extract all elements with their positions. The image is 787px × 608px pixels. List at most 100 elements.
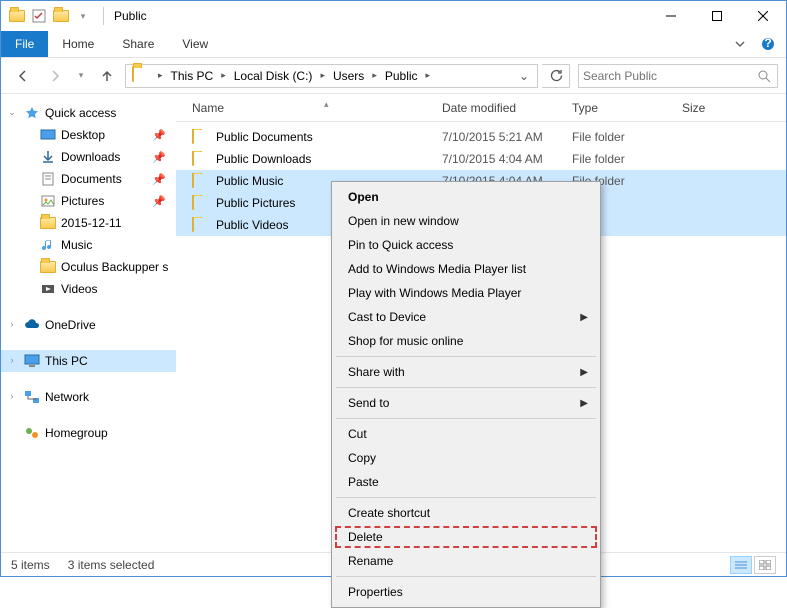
menu-item-label: Cast to Device: [348, 310, 426, 324]
menu-item-label: Pin to Quick access: [348, 238, 453, 252]
tab-share[interactable]: Share: [108, 31, 168, 57]
qat-dropdown-icon[interactable]: ▾: [75, 8, 91, 24]
sidebar-item[interactable]: Music: [1, 234, 176, 256]
folder-icon: [9, 8, 25, 24]
item-icon: [39, 171, 57, 187]
monitor-icon: [23, 353, 41, 369]
up-button[interactable]: [93, 62, 121, 90]
folder-icon: [132, 67, 150, 85]
search-input[interactable]: [583, 69, 757, 83]
menu-item[interactable]: Properties: [334, 580, 598, 604]
nav-onedrive[interactable]: › OneDrive: [1, 314, 176, 336]
column-type[interactable]: Type: [564, 101, 674, 115]
menu-item-label: Rename: [348, 554, 393, 568]
chevron-right-icon[interactable]: ▸: [154, 70, 167, 81]
file-row[interactable]: Public Downloads7/10/2015 4:04 AMFile fo…: [176, 148, 786, 170]
menu-item[interactable]: Copy: [334, 446, 598, 470]
chevron-right-icon[interactable]: ▸: [368, 70, 381, 81]
ribbon-expand-icon[interactable]: [724, 31, 756, 57]
tab-home[interactable]: Home: [48, 31, 108, 57]
status-count: 5 items: [11, 558, 50, 572]
sidebar-item[interactable]: Downloads📌: [1, 146, 176, 168]
close-button[interactable]: [740, 1, 786, 31]
sidebar-item-label: Documents: [61, 172, 122, 186]
search-box[interactable]: [578, 64, 778, 88]
column-headers: Name▴ Date modified Type Size: [176, 94, 786, 122]
menu-item[interactable]: Send to▶: [334, 391, 598, 415]
chevron-right-icon[interactable]: ›: [7, 355, 17, 365]
breadcrumb[interactable]: ▸ This PC ▸ Local Disk (C:) ▸ Users ▸ Pu…: [125, 64, 538, 88]
item-icon: [39, 237, 57, 253]
nav-network[interactable]: › Network: [1, 386, 176, 408]
file-row[interactable]: Public Documents7/10/2015 5:21 AMFile fo…: [176, 126, 786, 148]
column-size[interactable]: Size: [674, 101, 754, 115]
cloud-icon: [23, 317, 41, 333]
address-dropdown-icon[interactable]: ⌄: [513, 69, 535, 83]
view-details-button[interactable]: [730, 556, 752, 574]
tab-view[interactable]: View: [168, 31, 222, 57]
sidebar-item[interactable]: Desktop📌: [1, 124, 176, 146]
chevron-right-icon: ▶: [580, 312, 588, 323]
homegroup-icon: [23, 425, 41, 441]
sidebar-item[interactable]: 2015-12-11: [1, 212, 176, 234]
sidebar-item-label: Desktop: [61, 128, 105, 142]
qat-properties-icon[interactable]: [31, 8, 47, 24]
file-name: Public Pictures: [216, 196, 295, 210]
sidebar-item[interactable]: Documents📌: [1, 168, 176, 190]
menu-item-label: Share with: [348, 365, 405, 379]
menu-item-label: Add to Windows Media Player list: [348, 262, 526, 276]
menu-item[interactable]: Paste: [334, 470, 598, 494]
menu-item[interactable]: Delete: [334, 525, 598, 549]
chevron-right-icon[interactable]: ›: [7, 391, 17, 401]
menu-item[interactable]: Cast to Device ▶: [334, 305, 598, 329]
chevron-right-icon[interactable]: ▸: [217, 70, 230, 81]
item-icon: [39, 149, 57, 165]
refresh-button[interactable]: [542, 64, 570, 88]
menu-item[interactable]: Cut: [334, 422, 598, 446]
menu-item[interactable]: Rename: [334, 549, 598, 573]
view-icons-button[interactable]: [754, 556, 776, 574]
menu-item[interactable]: Shop for music online: [334, 329, 598, 353]
chevron-right-icon: ▶: [580, 367, 588, 378]
qat-newfolder-icon[interactable]: [53, 8, 69, 24]
menu-item[interactable]: Share with ▶: [334, 360, 598, 384]
sidebar-item-label: Videos: [61, 282, 97, 296]
nav-quick-access[interactable]: ⌄ Quick access: [1, 102, 176, 124]
menu-separator: [336, 356, 596, 357]
item-icon: [39, 259, 57, 275]
crumb-localdisk[interactable]: Local Disk (C:): [230, 65, 317, 87]
column-date[interactable]: Date modified: [434, 101, 564, 115]
navigation-pane: ⌄ Quick access Desktop📌Downloads📌Documen…: [1, 94, 176, 552]
crumb-users[interactable]: Users: [329, 65, 368, 87]
status-selected: 3 items selected: [68, 558, 155, 572]
back-button[interactable]: [9, 62, 37, 90]
menu-item[interactable]: Open in new window: [334, 209, 598, 233]
help-icon[interactable]: ?: [756, 31, 780, 57]
menu-item[interactable]: Open: [334, 185, 598, 209]
crumb-public[interactable]: Public: [381, 65, 422, 87]
maximize-button[interactable]: [694, 1, 740, 31]
sidebar-item[interactable]: Pictures📌: [1, 190, 176, 212]
search-icon[interactable]: [757, 69, 773, 83]
chevron-down-icon[interactable]: ⌄: [7, 107, 17, 118]
minimize-button[interactable]: [648, 1, 694, 31]
nav-homegroup[interactable]: Homegroup: [1, 422, 176, 444]
chevron-right-icon[interactable]: ›: [7, 319, 17, 329]
nav-label: OneDrive: [45, 318, 96, 332]
sidebar-item[interactable]: Oculus Backupper s: [1, 256, 176, 278]
nav-this-pc[interactable]: › This PC: [1, 350, 176, 372]
file-type: File folder: [564, 130, 674, 144]
chevron-right-icon[interactable]: ▸: [422, 70, 435, 81]
crumb-thispc[interactable]: This PC: [167, 65, 218, 87]
chevron-right-icon[interactable]: ▸: [316, 70, 329, 81]
forward-button[interactable]: [41, 62, 69, 90]
menu-item[interactable]: Create shortcut: [334, 501, 598, 525]
sidebar-item[interactable]: Videos: [1, 278, 176, 300]
menu-item-label: Shop for music online: [348, 334, 463, 348]
menu-item[interactable]: Play with Windows Media Player: [334, 281, 598, 305]
tab-file[interactable]: File: [1, 31, 48, 57]
menu-item[interactable]: Pin to Quick access: [334, 233, 598, 257]
recent-dropdown-icon[interactable]: ▾: [73, 62, 89, 90]
column-name[interactable]: Name▴: [184, 101, 434, 115]
menu-item[interactable]: Add to Windows Media Player list: [334, 257, 598, 281]
